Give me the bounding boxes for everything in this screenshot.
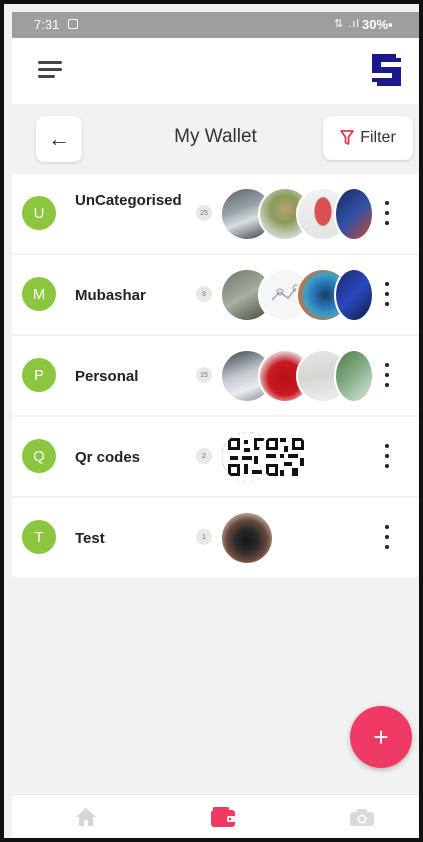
- nav-home[interactable]: [71, 804, 101, 830]
- plus-icon: +: [373, 721, 389, 752]
- home-icon: [76, 808, 96, 826]
- signal-icon: ⇅ .ıl: [334, 18, 360, 30]
- item-count-badge: 25: [196, 205, 212, 221]
- qr-code-thumbnail: [258, 430, 312, 484]
- phone-screen: 7:31 ⇅ .ıl 30%▪ ← My Wallet Filter U UnC…: [12, 12, 419, 838]
- item-count-badge: 9: [196, 286, 212, 302]
- app-logo: [368, 50, 405, 90]
- wallet-avatar: T: [22, 520, 56, 554]
- battery-level: 30%▪: [362, 17, 393, 32]
- wallet-name: Mubashar: [75, 287, 146, 304]
- thumbnail-image: [220, 511, 274, 565]
- item-count-badge: 15: [196, 367, 212, 383]
- status-bar: 7:31 ⇅ .ıl 30%▪: [12, 12, 419, 38]
- more-options-icon[interactable]: [382, 282, 392, 306]
- wallet-row[interactable]: P Personal 15: [12, 336, 419, 415]
- wallet-avatar: U: [22, 196, 56, 230]
- status-time: 7:31: [34, 17, 60, 32]
- thumbnail-image: [334, 268, 374, 322]
- wallet-name: UnCategorised: [75, 192, 182, 209]
- nav-wallet[interactable]: [208, 804, 238, 830]
- more-options-icon[interactable]: [382, 363, 392, 387]
- menu-icon[interactable]: [38, 61, 62, 79]
- wallet-header: ← My Wallet Filter: [12, 104, 419, 172]
- item-count-badge: 1: [196, 529, 212, 545]
- more-options-icon[interactable]: [382, 201, 392, 225]
- wallet-icon: [211, 807, 235, 827]
- more-options-icon[interactable]: [382, 525, 392, 549]
- more-options-icon[interactable]: [382, 444, 392, 468]
- wallet-row[interactable]: M Mubashar 9: [12, 255, 419, 334]
- wallet-avatar: Q: [22, 439, 56, 473]
- wallet-row[interactable]: U UnCategorised 25: [12, 174, 419, 253]
- app-bar: [12, 38, 419, 104]
- screenshot-icon: [68, 19, 78, 29]
- wallet-name: Qr codes: [75, 449, 141, 466]
- filter-label: Filter: [360, 129, 396, 146]
- item-count-badge: 2: [196, 448, 212, 464]
- thumbnail-image: [334, 187, 374, 241]
- wallet-row[interactable]: T Test 1: [12, 498, 419, 577]
- filter-icon: [340, 130, 355, 145]
- camera-icon: [350, 809, 374, 826]
- wallet-name: Personal: [75, 368, 139, 385]
- wallet-avatar: M: [22, 277, 56, 311]
- nav-camera[interactable]: [347, 804, 377, 830]
- screenshot-frame: 7:31 ⇅ .ıl 30%▪ ← My Wallet Filter U UnC…: [0, 0, 423, 842]
- bottom-navigation: [12, 794, 419, 838]
- thumbnail-image: [334, 349, 374, 403]
- wallet-avatar: P: [22, 358, 56, 392]
- add-wallet-button[interactable]: +: [350, 706, 412, 768]
- wallet-list: U UnCategorised 25 M Mubashar 9 P Person…: [12, 174, 419, 579]
- filter-button[interactable]: Filter: [323, 116, 413, 160]
- wallet-row[interactable]: Q Qr codes 2: [12, 417, 419, 496]
- wallet-name: Test: [75, 530, 105, 547]
